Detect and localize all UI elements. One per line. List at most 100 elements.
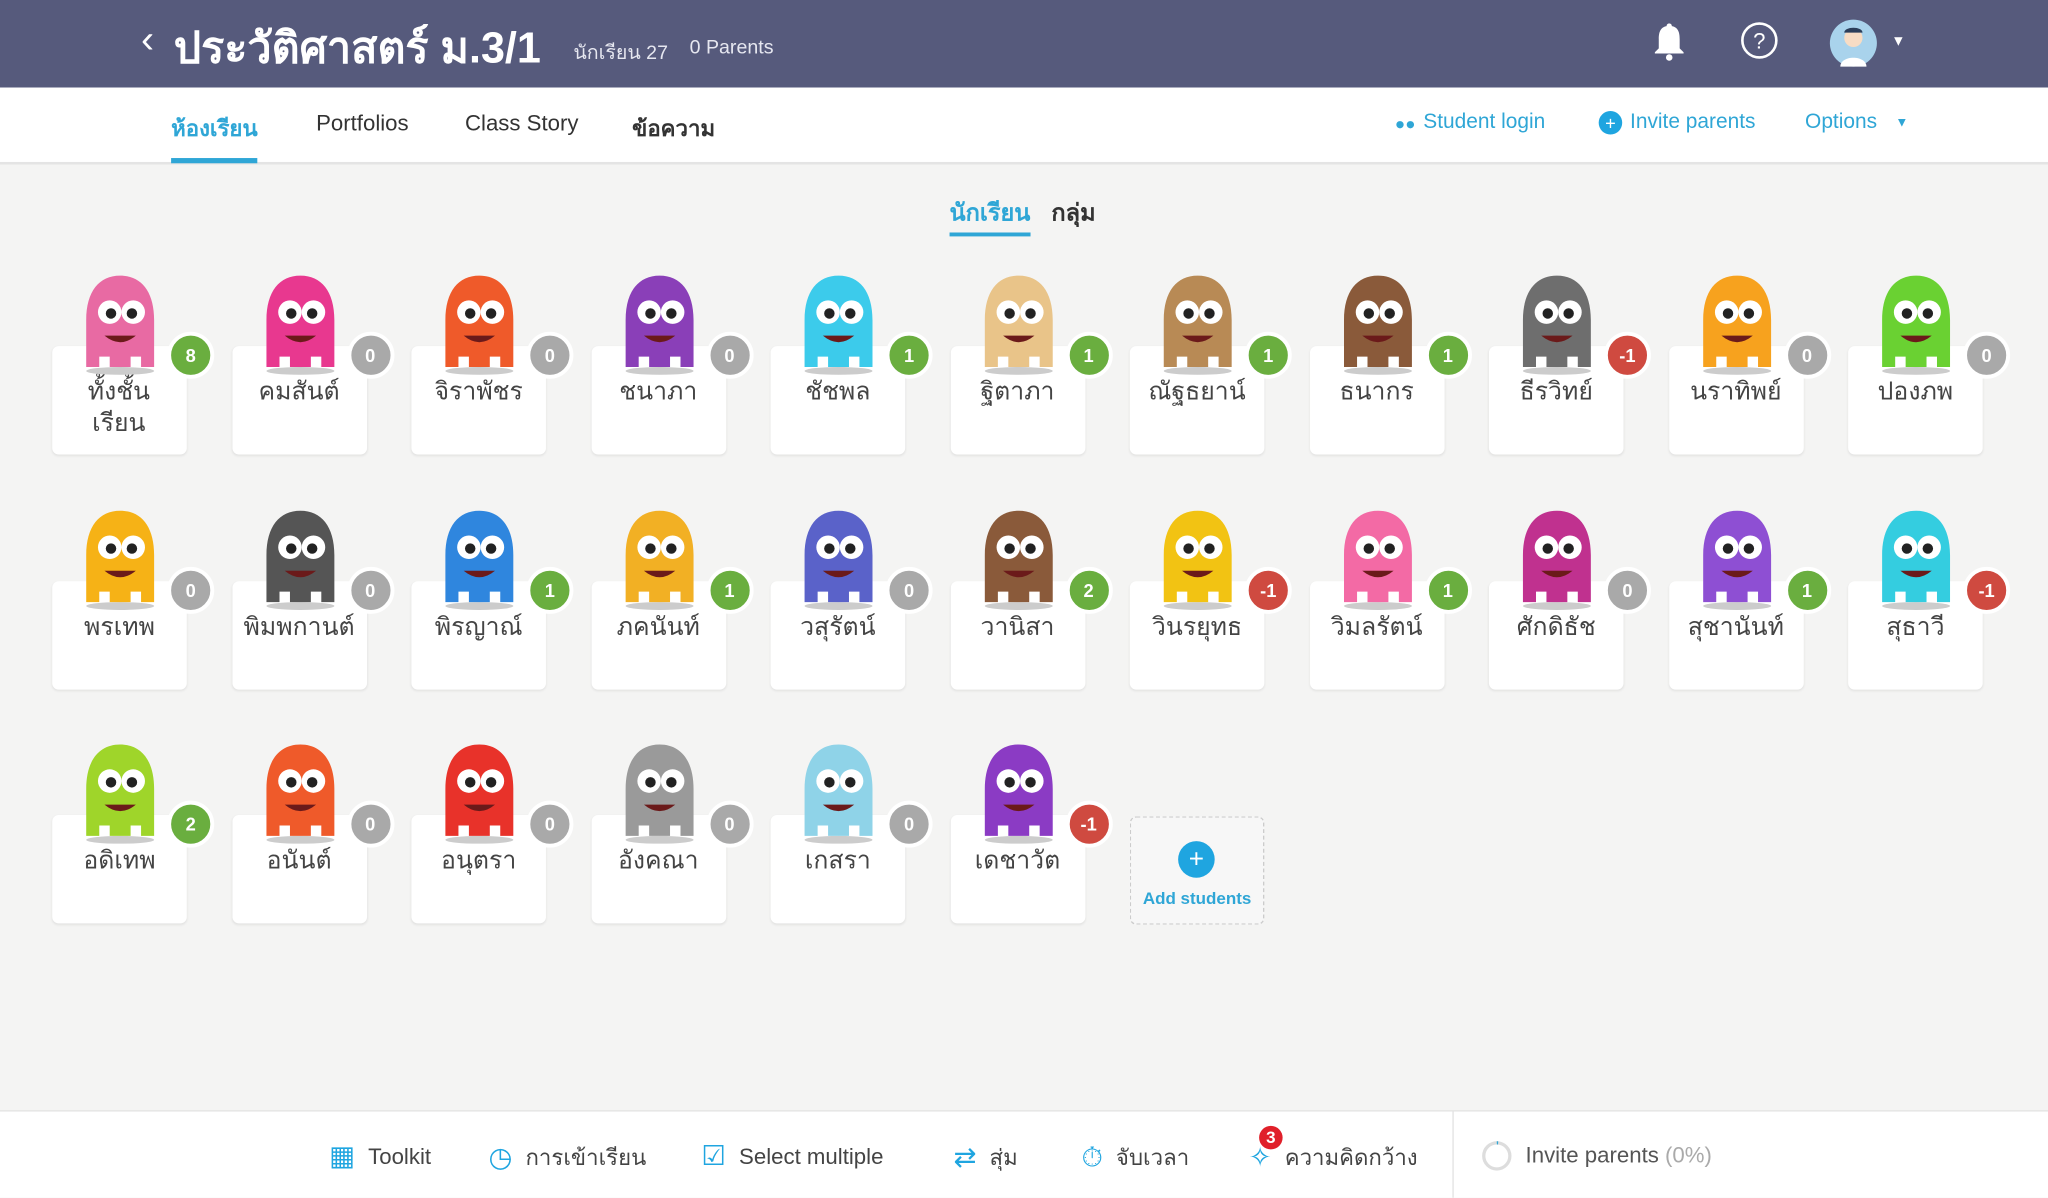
invite-parents-text: Invite parents xyxy=(1525,1142,1659,1168)
points-badge: -1 xyxy=(1244,566,1292,614)
student-name: วิมลรัตน์ xyxy=(1330,613,1423,641)
user-avatar[interactable] xyxy=(1829,18,1879,68)
monster-avatar[interactable] xyxy=(1505,502,1609,610)
points-badge: 1 xyxy=(1244,331,1292,379)
points-badge: 1 xyxy=(705,566,753,614)
student-name: พิรญาณ์ xyxy=(434,613,523,641)
toggle-students[interactable]: นักเรียน xyxy=(949,193,1031,237)
student-name: อดิเทพ xyxy=(83,847,156,876)
student-name: อังคณา xyxy=(617,847,699,876)
student-login-icon: ●● xyxy=(1394,112,1416,133)
toolbar-item[interactable]: ▦ Toolkit xyxy=(329,1140,431,1173)
tab-messages[interactable]: ข้อความ xyxy=(632,111,715,146)
student-login-label: Student login xyxy=(1423,111,1546,134)
tab-classroom[interactable]: ห้องเรียน xyxy=(171,111,258,164)
monster-avatar[interactable] xyxy=(427,502,531,610)
monster-avatar[interactable] xyxy=(1684,268,1788,375)
student-name: สุชานันท์ xyxy=(1687,613,1784,641)
monster-avatar[interactable] xyxy=(607,268,711,375)
points-badge: 0 xyxy=(705,331,753,379)
monster-avatar[interactable] xyxy=(1864,502,1968,610)
student-name: จิราพัชร xyxy=(434,378,523,407)
notification-badge: 3 xyxy=(1259,1125,1283,1150)
monster-avatar[interactable] xyxy=(248,737,352,844)
student-count: นักเรียน 27 xyxy=(573,41,668,64)
student-name: พรเทพ xyxy=(84,613,155,641)
user-menu-caret-icon[interactable]: ▼ xyxy=(1891,34,1905,50)
student-name: ฐิตาภา xyxy=(980,378,1055,407)
points-badge: 1 xyxy=(1783,566,1831,614)
toolbar-item[interactable]: ✧ 3 ความคิดกว้าง xyxy=(1249,1125,1418,1175)
monster-avatar[interactable] xyxy=(427,737,531,844)
points-badge: 0 xyxy=(526,331,574,379)
student-login-button[interactable]: ●● Student login xyxy=(1395,111,1545,135)
monster-avatar[interactable] xyxy=(966,268,1070,375)
help-icon[interactable]: ? xyxy=(1740,21,1779,60)
toolbar-item[interactable]: ⏱ จับเวลา xyxy=(1081,1140,1189,1175)
toolbar-item[interactable]: ◷ การเข้าเรียน xyxy=(488,1140,646,1175)
invite-percent: (0%) xyxy=(1665,1142,1712,1168)
nav-bar: ห้องเรียน Portfolios Class Story ข้อความ… xyxy=(0,87,2048,165)
student-name: ธีรวิทย์ xyxy=(1519,378,1593,407)
grid-icon: ▦ xyxy=(329,1141,356,1172)
monster-avatar[interactable] xyxy=(786,737,890,844)
monster-avatar[interactable] xyxy=(1145,502,1249,610)
monster-avatar[interactable] xyxy=(248,502,352,610)
points-badge: 0 xyxy=(1603,566,1651,614)
monster-avatar[interactable] xyxy=(1684,502,1788,610)
student-name: ณัฐธยาน์ xyxy=(1148,378,1246,407)
points-badge: 0 xyxy=(705,800,753,848)
monster-avatar[interactable] xyxy=(607,502,711,610)
tab-class-story[interactable]: Class Story xyxy=(465,111,579,137)
monster-avatar[interactable] xyxy=(68,737,172,844)
toolbar-item[interactable]: ☑ Select multiple xyxy=(701,1140,883,1173)
student-name: ชนาภา xyxy=(619,378,698,407)
invite-parents-progress[interactable]: Invite parents (0%) xyxy=(1481,1140,1712,1171)
student-name: วานิสา xyxy=(980,613,1055,641)
points-badge: 2 xyxy=(167,800,215,848)
monster-avatar[interactable] xyxy=(607,737,711,844)
points-badge: -1 xyxy=(1065,800,1113,848)
points-badge: 0 xyxy=(346,800,394,848)
points-badge: 0 xyxy=(885,800,933,848)
student-name: คมสันต์ xyxy=(258,378,340,407)
tab-portfolios[interactable]: Portfolios xyxy=(316,111,409,137)
points-badge: 8 xyxy=(167,331,215,379)
add-students-button[interactable]: + Add students xyxy=(1129,816,1265,925)
monster-avatar[interactable] xyxy=(1325,268,1429,375)
monster-avatar[interactable] xyxy=(786,502,890,610)
monster-avatar[interactable] xyxy=(1864,268,1968,375)
points-badge: 0 xyxy=(526,800,574,848)
student-name: ทั้งชั้นเรียน xyxy=(87,378,150,438)
plus-circle-icon: + xyxy=(1178,841,1215,878)
monster-avatar[interactable] xyxy=(248,268,352,375)
points-badge: 0 xyxy=(885,566,933,614)
bell-icon[interactable] xyxy=(1652,21,1686,63)
clock-icon: ◷ xyxy=(488,1142,513,1173)
points-badge: -1 xyxy=(1603,331,1651,379)
options-label: Options xyxy=(1805,111,1878,134)
toggle-groups[interactable]: กลุ่ม xyxy=(1051,193,1095,231)
toolbar-item-label: Select multiple xyxy=(739,1143,884,1169)
student-name: ปองภพ xyxy=(1877,378,1954,407)
monster-avatar[interactable] xyxy=(427,268,531,375)
monster-avatar[interactable] xyxy=(966,502,1070,610)
monster-avatar[interactable] xyxy=(786,268,890,375)
monster-avatar[interactable] xyxy=(1505,268,1609,375)
student-name: พิมพกานต์ xyxy=(243,613,355,641)
monster-avatar[interactable] xyxy=(68,268,172,375)
monster-avatar[interactable] xyxy=(1145,268,1249,375)
monster-avatar[interactable] xyxy=(68,502,172,610)
invite-parents-button[interactable]: + Invite parents xyxy=(1598,111,1756,135)
student-name: อนุตรา xyxy=(441,847,517,876)
options-dropdown[interactable]: Options ▼ xyxy=(1805,111,1908,135)
monster-avatar[interactable] xyxy=(966,737,1070,844)
class-title: ประวัติศาสตร์ ม.3/1 xyxy=(173,23,541,72)
back-chevron-left-icon[interactable]: ‹ xyxy=(141,18,154,62)
toolbar-item[interactable]: ⇄ สุ่ม xyxy=(953,1140,1017,1175)
points-badge: 0 xyxy=(167,566,215,614)
shuffle-icon: ⇄ xyxy=(953,1142,977,1173)
parents-count[interactable]: 0 Parents xyxy=(690,37,774,59)
monster-avatar[interactable] xyxy=(1325,502,1429,610)
student-name: อนันต์ xyxy=(266,847,332,876)
